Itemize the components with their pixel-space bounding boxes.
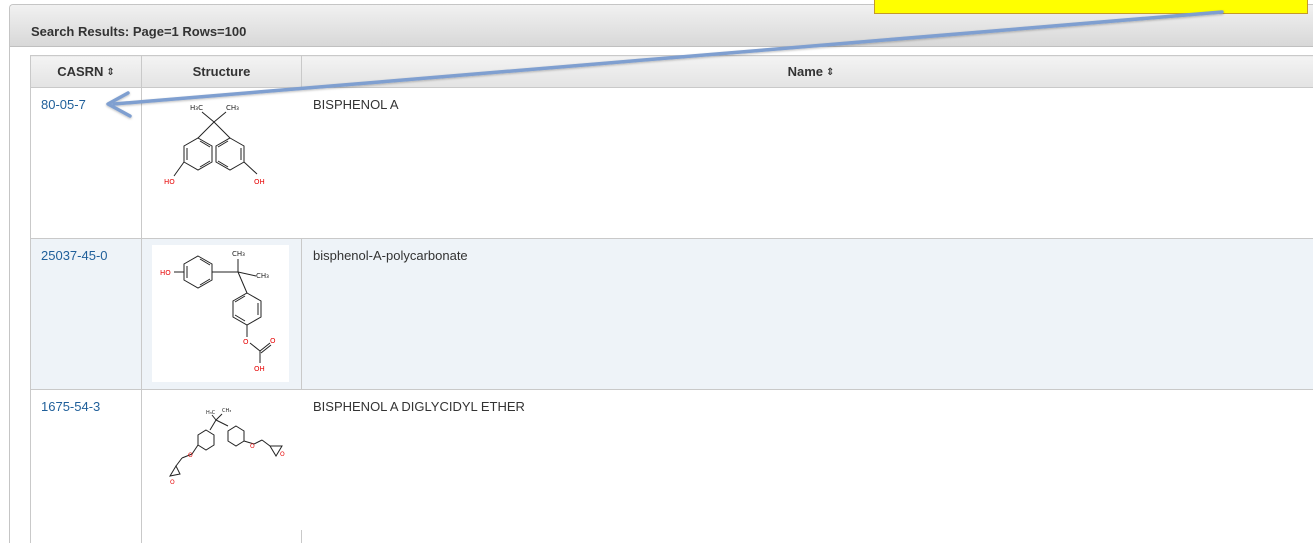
structure-label-o-carbonyl: O — [270, 337, 276, 345]
structure-label-oh: OH — [254, 365, 265, 373]
table-row: 80-05-7 H₃C CH₃ HO OH BISPHENOL A — [30, 87, 1313, 239]
structure-label-o1: O — [188, 452, 193, 459]
structure-label-oh: OH — [254, 178, 265, 186]
structure-label-ho: HO — [160, 269, 171, 277]
annotation-callout-box — [874, 0, 1308, 14]
structure-label-ch3: CH₃ — [222, 408, 231, 414]
name-cell: BISPHENOL A DIGLYCIDYL ETHER — [301, 389, 1313, 543]
table-header-row: CASRN ⇕ Structure Name ⇕ — [30, 55, 1313, 88]
name-cell: bisphenol-A-polycarbonate — [301, 238, 1313, 390]
structure-label-o2: O — [170, 479, 175, 486]
structure-label-h3c: H₃C — [206, 410, 216, 416]
structure-cell: HO CH₃ CH₃ O O OH — [141, 238, 302, 390]
structure-cell: H₃C CH₃ HO OH — [141, 87, 302, 239]
structure-label-o-link: O — [243, 338, 249, 346]
page-root: Search Results: Page=1 Rows=100 CASRN ⇕ S… — [0, 0, 1313, 543]
sort-toggle-icon[interactable]: ⇕ — [106, 68, 114, 78]
structure-label-ch3-right: CH₃ — [256, 272, 269, 280]
casrn-cell: 80-05-7 — [30, 87, 142, 239]
structure-label-h3c: H₃C — [190, 104, 203, 112]
bisphenol-a-structure-image[interactable]: H₃C CH₃ HO OH — [142, 88, 302, 238]
chemical-name: BISPHENOL A — [313, 97, 399, 112]
column-header-label: Structure — [192, 64, 251, 79]
column-header-casrn[interactable]: CASRN ⇕ — [30, 55, 142, 88]
table-row: 25037-45-0 HO CH₃ CH₃ O O OH bisphenol-A… — [30, 238, 1313, 390]
name-cell: BISPHENOL A — [301, 87, 1313, 239]
bisphenol-a-diglycidyl-ether-structure-image[interactable]: H₃C CH₃ O O O O — [142, 390, 302, 530]
column-header-name[interactable]: Name ⇕ — [301, 55, 1313, 88]
structure-label-ho: HO — [164, 178, 175, 186]
bisphenol-a-polycarbonate-structure-image[interactable]: HO CH₃ CH₃ O O OH — [152, 245, 289, 382]
structure-label-ch3: CH₃ — [226, 104, 239, 112]
casrn-cell: 1675-54-3 — [30, 389, 142, 543]
column-header-label: CASRN — [57, 64, 104, 79]
structure-label-ch3-top: CH₃ — [232, 250, 245, 258]
chemical-name: BISPHENOL A DIGLYCIDYL ETHER — [313, 399, 525, 414]
casrn-link[interactable]: 80-05-7 — [41, 97, 86, 112]
structure-label-o4: O — [280, 451, 285, 458]
column-header-label: Name — [787, 64, 824, 79]
column-header-structure: Structure — [141, 55, 302, 88]
panel-title: Search Results: Page=1 Rows=100 — [31, 24, 247, 39]
table-row: 1675-54-3 H₃C CH₃ O O O O BISPHENOL A DI… — [30, 389, 1313, 543]
casrn-link[interactable]: 1675-54-3 — [41, 399, 100, 414]
chemical-name: bisphenol-A-polycarbonate — [313, 248, 468, 263]
structure-cell: H₃C CH₃ O O O O — [141, 389, 302, 543]
casrn-link[interactable]: 25037-45-0 — [41, 248, 108, 263]
results-table: CASRN ⇕ Structure Name ⇕ 80-05-7 H₃C CH₃… — [30, 55, 1313, 543]
sort-toggle-icon[interactable]: ⇕ — [826, 68, 834, 78]
structure-label-o3: O — [250, 443, 255, 450]
casrn-cell: 25037-45-0 — [30, 238, 142, 390]
